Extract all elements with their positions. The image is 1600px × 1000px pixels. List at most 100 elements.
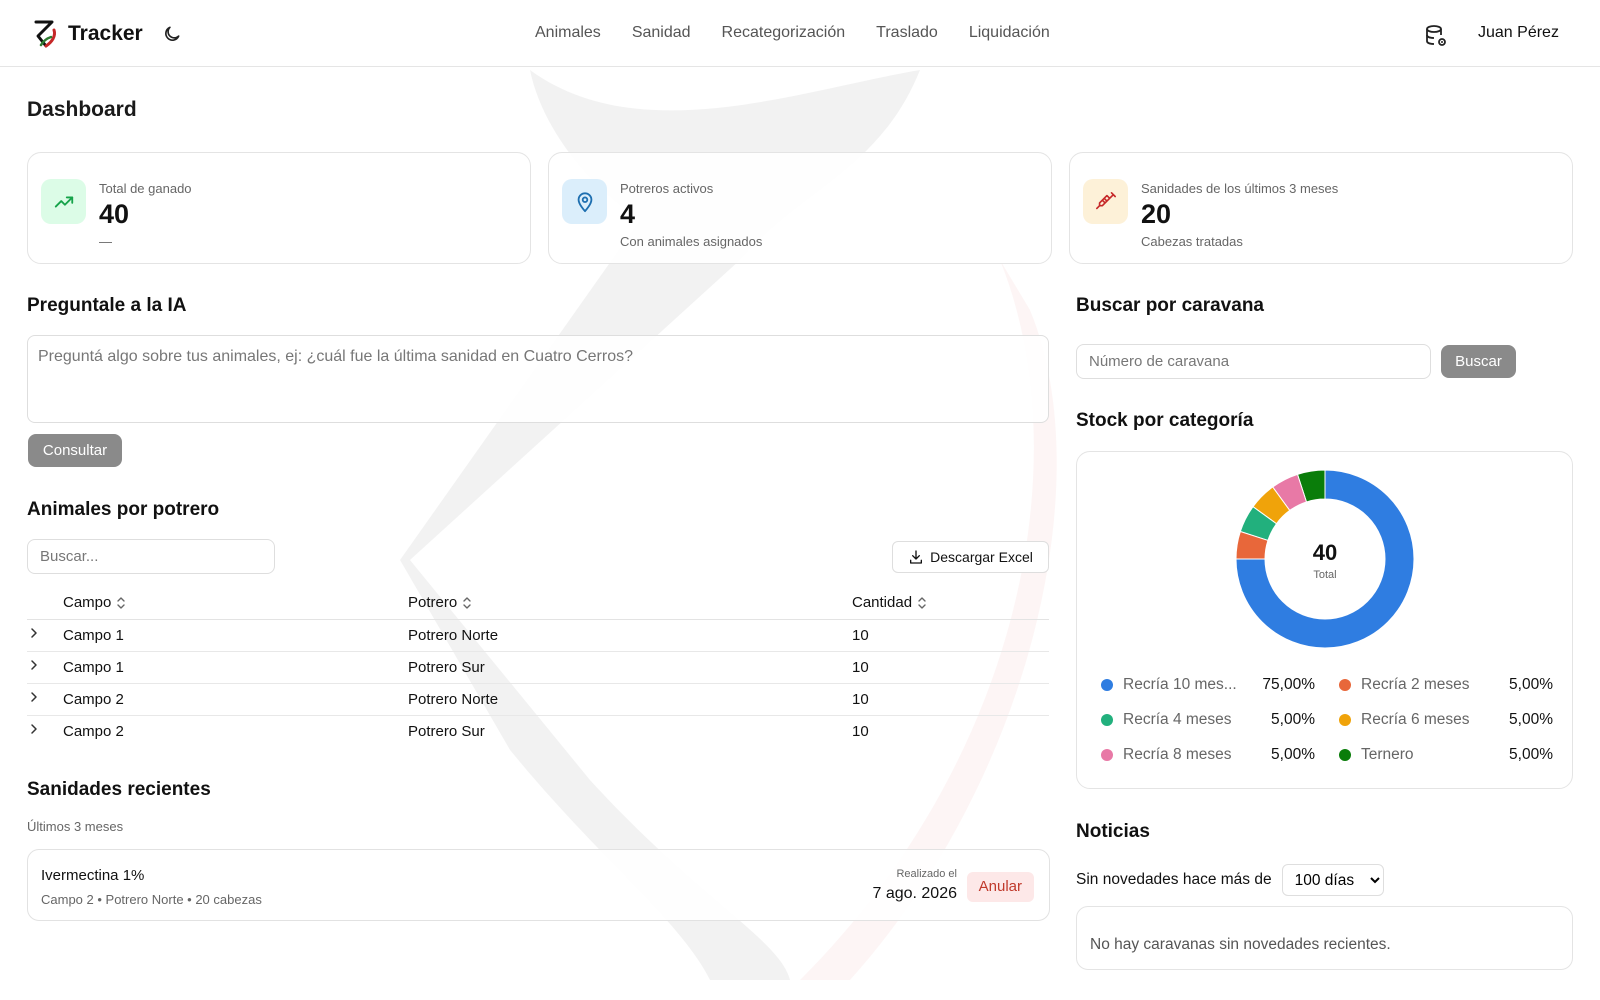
stat-label: Sanidades de los últimos 3 meses [1141, 181, 1339, 196]
column-header-potrero[interactable]: Potrero [408, 587, 852, 620]
legend-dot-icon [1101, 749, 1113, 761]
moon-icon[interactable] [162, 24, 182, 44]
cell-cantidad: 10 [852, 619, 1049, 652]
chevron-right-icon[interactable] [27, 658, 41, 672]
legend-dot-icon [1339, 679, 1351, 691]
consultar-button[interactable]: Consultar [28, 434, 122, 467]
donut-total: 40 [1313, 540, 1337, 565]
cell-cantidad: 10 [852, 651, 1049, 684]
column-header-label: Campo [63, 594, 112, 612]
sort-icon [463, 597, 471, 609]
legend-label: Recría 4 meses [1123, 711, 1232, 728]
stat-value: 4 [620, 199, 636, 229]
expand-row-cell[interactable] [27, 619, 63, 652]
stat-sub: — [99, 234, 112, 249]
download-excel-button[interactable]: Descargar Excel [892, 541, 1049, 573]
buscar-button[interactable]: Buscar [1441, 345, 1516, 378]
stock-donut-chart: 40 Total [1235, 469, 1415, 649]
nav-animales[interactable]: Animales [535, 24, 601, 42]
cell-campo: Campo 2 [63, 683, 408, 716]
legend-value: 5,00% [1509, 676, 1553, 693]
sort-icon [918, 597, 926, 609]
expand-row-cell[interactable] [27, 651, 63, 684]
cell-potrero: Potrero Sur [408, 722, 485, 740]
nav-liquidacion[interactable]: Liquidación [969, 24, 1050, 42]
syringe-icon [1083, 179, 1128, 224]
cell-campo: Campo 1 [63, 619, 408, 652]
nav-recategorizacion[interactable]: Recategorización [722, 24, 846, 42]
database-settings-icon[interactable] [1424, 24, 1448, 48]
news-card: No hay caravanas sin novedades recientes… [1076, 906, 1573, 970]
legend-label: Recría 10 mes... [1123, 676, 1237, 693]
legend-dot-icon [1339, 749, 1351, 761]
chevron-right-icon[interactable] [27, 722, 41, 736]
potreros-search-input[interactable] [27, 539, 275, 574]
stat-card-potreros: Potreros activos 4 Con animales asignado… [548, 152, 1052, 264]
expand-row-cell[interactable] [27, 683, 63, 716]
stat-value: 20 [1141, 199, 1172, 229]
tracker-logo-icon [34, 20, 56, 48]
sanidades-subtitle: Últimos 3 meses [27, 819, 124, 834]
sort-icon [117, 597, 126, 609]
trending-up-icon [41, 179, 86, 224]
news-filter-row: Sin novedades hace más de 100 días [1076, 864, 1384, 896]
ia-question-input[interactable] [27, 335, 1049, 423]
download-excel-label: Descargar Excel [930, 549, 1033, 565]
stat-sub: Con animales asignados [620, 234, 763, 249]
cell-potrero: Potrero Sur [408, 651, 852, 684]
legend-value: 5,00% [1509, 711, 1553, 728]
brand[interactable]: Tracker [30, 18, 143, 50]
sanidad-date: 7 ago. 2026 [872, 885, 957, 902]
legend-label: Recría 8 meses [1123, 746, 1232, 763]
news-title: Noticias [1076, 821, 1150, 842]
days-select[interactable]: 100 días [1281, 864, 1384, 896]
table-header-row: Campo Potrero Cantidad [27, 587, 1049, 620]
cell-cantidad: 10 [852, 683, 1049, 716]
news-empty-text: No hay caravanas sin novedades recientes… [1090, 936, 1391, 953]
sanidad-item: Ivermectina 1% Campo 2 • Potrero Norte •… [27, 849, 1050, 921]
chevron-right-icon[interactable] [27, 690, 41, 704]
map-pin-icon [562, 179, 607, 224]
cell-potrero: Potrero Norte [408, 683, 852, 716]
legend-value: 5,00% [1271, 711, 1315, 728]
table-row[interactable]: Campo 1 Potrero Sur 10 [27, 651, 1049, 684]
table-row[interactable]: Campo 1 Potrero Norte 10 [27, 619, 1049, 652]
legend-dot-icon [1339, 714, 1351, 726]
stat-card-total-ganado: Total de ganado 40 — [27, 152, 531, 264]
nav-sanidad[interactable]: Sanidad [632, 24, 691, 42]
legend-value: 5,00% [1271, 746, 1315, 763]
potreros-title: Animales por potrero [27, 499, 220, 520]
column-header-label: Potrero [408, 594, 458, 612]
table-row[interactable]: Campo 2 Potrero Norte 10 [27, 683, 1049, 716]
main-nav: Animales Sanidad Recategorización Trasla… [535, 24, 1050, 42]
top-bar: Tracker Animales Sanidad Recategorizació… [0, 0, 1600, 67]
legend-item: Recría 4 meses 5,00% [1101, 711, 1315, 729]
legend-item: Recría 8 meses 5,00% [1101, 746, 1315, 764]
caravana-input[interactable] [1076, 344, 1431, 379]
anular-button[interactable]: Anular [966, 872, 1034, 902]
sanidad-when-label: Realizado el [896, 868, 957, 880]
nav-traslado[interactable]: Traslado [876, 24, 938, 42]
column-header-cantidad[interactable]: Cantidad [852, 587, 1049, 620]
chevron-right-icon[interactable] [27, 626, 41, 640]
cell-campo: Campo 1 [63, 651, 408, 684]
expand-row-cell[interactable] [27, 715, 63, 747]
expand-column-header [27, 587, 63, 620]
stock-chart-card: 40 Total Recría 10 mes... 75,00% Recría 2 … [1076, 451, 1573, 789]
potreros-table: Campo Potrero Cantidad Campo 1 Potrero N… [27, 587, 1049, 747]
column-header-campo[interactable]: Campo [63, 587, 408, 620]
table-row[interactable]: Campo 2 Potrero Sur 10 [27, 715, 1049, 747]
legend-dot-icon [1101, 679, 1113, 691]
legend-dot-icon [1101, 714, 1113, 726]
news-filter-label: Sin novedades hace más de [1076, 871, 1272, 888]
legend-label: Recría 6 meses [1361, 711, 1470, 728]
search-title: Buscar por caravana [1076, 295, 1264, 316]
stat-card-sanidades: Sanidades de los últimos 3 meses 20 Cabe… [1069, 152, 1573, 264]
download-icon [910, 550, 923, 564]
user-name[interactable]: Juan Pérez [1478, 24, 1559, 42]
legend-item: Recría 10 mes... 75,00% [1101, 676, 1315, 694]
donut-total-label: Total [1313, 569, 1336, 581]
cell-cantidad: 10 [852, 722, 869, 740]
sanidades-title: Sanidades recientes [27, 779, 211, 800]
stat-label: Potreros activos [620, 181, 714, 196]
